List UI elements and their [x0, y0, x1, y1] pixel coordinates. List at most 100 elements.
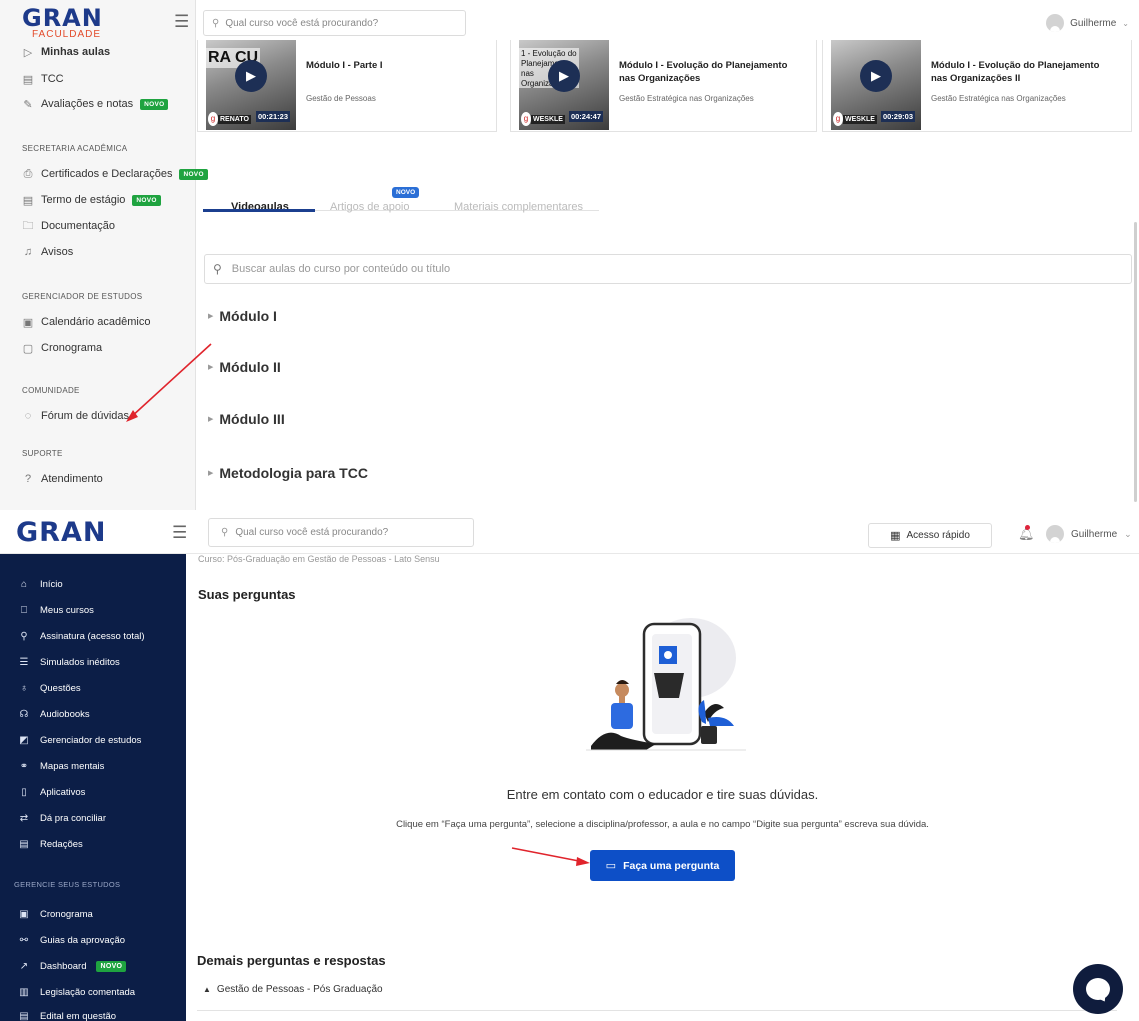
- search-icon: ⚲: [20, 630, 28, 642]
- sidebar-item-tcc[interactable]: ▤ TCC: [22, 73, 64, 86]
- certificate-icon: ⎙: [23, 167, 33, 180]
- sidebar-item-inicio[interactable]: ⌂ Início: [18, 578, 63, 590]
- sidebar-item-label: Questões: [40, 682, 81, 694]
- tab-materiais[interactable]: Materiais complementares: [454, 201, 583, 213]
- sidebar-item-atendimento[interactable]: ? Atendimento: [22, 473, 103, 485]
- search-input[interactable]: ⚲ Qual curso você está procurando?: [208, 518, 474, 547]
- bottom-logo[interactable]: GRAN: [16, 517, 106, 548]
- module-item[interactable]: ▶ Metodologia para TCC: [208, 465, 368, 481]
- video-thumbnail[interactable]: ▶ g WESKLE 00:29:03: [831, 40, 921, 130]
- top-screenshot: GRAN FACULDADE ☰ ▷ Minhas aulas ▤ TCC ✎ …: [0, 0, 1139, 510]
- lightbulb-icon: ♁: [20, 682, 28, 694]
- sidebar-item-documentacao[interactable]: 🗀 Documentação: [22, 219, 116, 233]
- module-item[interactable]: ▶ Módulo II: [208, 359, 281, 375]
- video-card[interactable]: RA CU ▶ g RENATO 00:21:23 Módulo I - Par…: [197, 40, 497, 132]
- active-tab-indicator: [203, 209, 315, 212]
- sidebar-item-label: Certificados e Declarações: [41, 168, 173, 180]
- message-icon: ▭: [605, 860, 617, 872]
- empty-state-illustration: [586, 618, 746, 751]
- sidebar-item-legislacao[interactable]: ▥ Legislação comentada: [18, 986, 135, 998]
- search-input[interactable]: ⚲ Qual curso você está procurando?: [203, 10, 466, 36]
- sidebar-item-calendario[interactable]: ▣ Calendário acadêmico: [22, 316, 151, 329]
- sidebar-item-audiobooks[interactable]: ☊ Audiobooks: [18, 708, 90, 720]
- avatar: [1046, 525, 1064, 543]
- contact-message: Entre em contato com o educador e tire s…: [506, 787, 819, 802]
- sidebar-item-meus-cursos[interactable]: ⎕ Meus cursos: [18, 604, 94, 616]
- top-logo[interactable]: GRAN FACULDADE: [22, 6, 142, 46]
- hamburger-menu-icon[interactable]: ☰: [172, 523, 187, 543]
- grid-icon: ▦: [890, 530, 901, 542]
- notification-bell-icon[interactable]: 🔔︎: [1018, 525, 1035, 542]
- hamburger-menu-icon[interactable]: ☰: [174, 12, 189, 32]
- video-duration: 00:21:23: [255, 111, 290, 122]
- user-menu[interactable]: Guilherme ⌄: [1046, 525, 1132, 543]
- sidebar-item-assinatura[interactable]: ⚲ Assinatura (acesso total): [18, 630, 144, 642]
- sidebar-item-label: Avaliações e notas: [41, 98, 134, 110]
- document-icon: ▤: [22, 73, 34, 86]
- sidebar-item-label: Cronograma: [41, 342, 103, 354]
- bell-icon: ♫: [23, 246, 33, 258]
- video-thumbnail[interactable]: RA CU ▶ g RENATO 00:21:23: [206, 40, 296, 130]
- sidebar-item-cronograma[interactable]: ▢ Cronograma: [22, 342, 103, 355]
- document-icon: ▤: [22, 194, 34, 207]
- quick-access-label: Acesso rápido: [906, 530, 970, 541]
- video-card[interactable]: ▶ g WESKLE 00:29:03 Módulo I - Evolução …: [822, 40, 1132, 132]
- mind-map-icon: ⚭: [19, 760, 29, 772]
- sidebar-item-guias[interactable]: ⚯ Guias da aprovação: [18, 934, 125, 946]
- tab-artigos[interactable]: Artigos de apoio: [330, 201, 410, 213]
- video-card[interactable]: 1 - Evolução do Planejamento nas Organiz…: [510, 40, 817, 132]
- video-thumbnail[interactable]: 1 - Evolução do Planejamento nas Organiz…: [519, 40, 609, 130]
- presenter-name: WESKLE: [531, 115, 565, 124]
- user-menu[interactable]: Guilherme ⌄: [1046, 14, 1129, 32]
- accordion-item[interactable]: ▲ Gestão de Pessoas - Pós Graduação: [203, 984, 383, 995]
- course-search-input[interactable]: ⚲ Buscar aulas do curso por conteúdo ou …: [204, 254, 1132, 284]
- chat-widget-button[interactable]: [1073, 964, 1123, 1014]
- sidebar-item-label: Cronograma: [40, 908, 93, 920]
- content-tabs: Videoaulas Artigos de apoio NOVO Materia…: [203, 184, 599, 213]
- play-icon[interactable]: ▶: [548, 60, 580, 92]
- chart-line-icon: ↗: [19, 960, 29, 972]
- sidebar-item-avisos[interactable]: ♫ Avisos: [22, 246, 73, 258]
- video-title[interactable]: Módulo I - Evolução do Planejamento nas …: [931, 59, 1111, 85]
- video-title[interactable]: Módulo I - Parte I: [306, 59, 486, 72]
- sidebar-item-certificados[interactable]: ⎙ Certificados e Declarações NOVO: [22, 168, 208, 180]
- sidebar-item-edital[interactable]: ▤ Edital em questão: [18, 1010, 116, 1021]
- sidebar-item-forum[interactable]: ◌ Fórum de dúvidas: [22, 410, 129, 422]
- module-item[interactable]: ▶ Módulo III: [208, 411, 285, 427]
- sidebar-item-minhas-aulas[interactable]: ▷ Minhas aulas: [22, 46, 110, 59]
- video-title[interactable]: Módulo I - Evolução do Planejamento nas …: [619, 59, 799, 85]
- sidebar-item-avaliacoes[interactable]: ✎ Avaliações e notas NOVO: [22, 98, 169, 111]
- sidebar-item-gerenciador[interactable]: ◩ Gerenciador de estudos: [18, 734, 141, 746]
- sidebar-item-simulados[interactable]: ☰ Simulados inéditos: [18, 656, 120, 668]
- module-item[interactable]: ▶ Módulo I: [208, 308, 277, 324]
- folder-icon: 🗀: [22, 219, 34, 232]
- logo-brand: GRAN: [22, 4, 103, 32]
- sidebar-item-questoes[interactable]: ♁ Questões: [18, 682, 81, 694]
- caret-up-icon: ▲: [203, 985, 211, 994]
- sidebar-item-cronograma[interactable]: ▣ Cronograma: [18, 908, 93, 920]
- sidebar-item-redacoes[interactable]: ▤ Redações: [18, 838, 83, 850]
- sidebar-item-label: Edital em questão: [40, 1010, 117, 1021]
- headphones-icon: ☊: [19, 708, 29, 720]
- sidebar-item-mapas[interactable]: ⚭ Mapas mentais: [18, 760, 105, 772]
- course-search-placeholder: Buscar aulas do curso por conteúdo ou tí…: [231, 263, 451, 275]
- sidebar-item-label: Atendimento: [41, 473, 103, 485]
- search-placeholder: Qual curso você está procurando?: [225, 17, 379, 29]
- quick-access-button[interactable]: ▦ Acesso rápido: [868, 523, 992, 548]
- caret-right-icon: ▶: [208, 416, 214, 423]
- other-questions-title: Demais perguntas e respostas: [197, 953, 386, 968]
- chevron-down-icon: ⌄: [1122, 18, 1129, 28]
- video-subtitle: Gestão Estratégica nas Organizações: [619, 94, 754, 103]
- search-icon: ⚲: [221, 527, 229, 538]
- ask-question-button[interactable]: ▭ Faça uma pergunta: [590, 850, 735, 881]
- sidebar-item-label: Calendário acadêmico: [41, 316, 151, 328]
- new-badge: NOVO: [132, 194, 161, 206]
- scrollbar[interactable]: [1134, 222, 1137, 502]
- video-subtitle: Gestão de Pessoas: [306, 94, 376, 103]
- sidebar-item-dashboard[interactable]: ↗ Dashboard NOVO: [18, 960, 127, 972]
- play-icon[interactable]: ▶: [235, 60, 267, 92]
- sidebar-item-termo-estagio[interactable]: ▤ Termo de estágio NOVO: [22, 194, 161, 207]
- sidebar-item-label: Meus cursos: [40, 604, 94, 616]
- video-subtitle: Gestão Estratégica nas Organizações: [931, 94, 1066, 103]
- play-icon[interactable]: ▶: [860, 60, 892, 92]
